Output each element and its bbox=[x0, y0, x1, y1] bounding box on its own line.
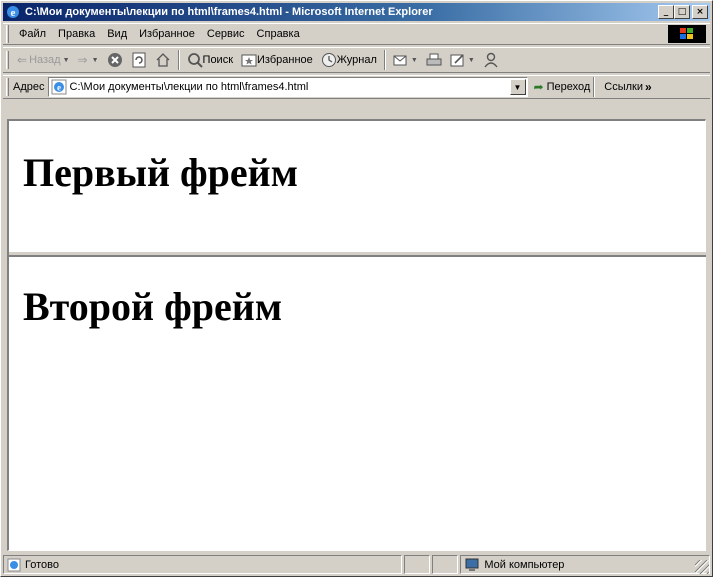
search-button[interactable]: Поиск bbox=[183, 49, 237, 71]
favorites-icon bbox=[241, 54, 257, 67]
back-label: Назад bbox=[29, 54, 61, 66]
ie-logo-icon: e bbox=[5, 4, 21, 20]
maximize-button[interactable]: □ bbox=[674, 5, 690, 19]
address-separator bbox=[593, 77, 596, 97]
status-progress-cell bbox=[404, 555, 431, 574]
go-button[interactable]: ➦ Переход bbox=[534, 80, 591, 94]
window-controls: _ □ × bbox=[658, 5, 708, 19]
menu-grip-handle[interactable] bbox=[6, 25, 9, 43]
page-content: Первый фрейм Второй фрейм bbox=[7, 119, 706, 551]
status-zone-cell: Мой компьютер bbox=[460, 555, 710, 574]
menu-bar: Файл Правка Вид Избранное Сервис Справка bbox=[3, 23, 710, 45]
messenger-icon bbox=[484, 52, 498, 68]
window-title: C:\Мои документы\лекции по html\frames4.… bbox=[25, 6, 433, 18]
resize-grip-handle[interactable] bbox=[695, 560, 709, 574]
address-grip-handle[interactable] bbox=[6, 78, 9, 96]
toolbar-separator bbox=[177, 50, 180, 70]
home-icon bbox=[156, 53, 169, 67]
favorites-label: Избранное bbox=[257, 54, 313, 66]
history-icon bbox=[321, 53, 336, 67]
menu-favorites[interactable]: Избранное bbox=[133, 28, 201, 40]
menu-view[interactable]: Вид bbox=[101, 28, 133, 40]
windows-logo-icon bbox=[668, 25, 706, 43]
frame-second: Второй фрейм bbox=[9, 257, 706, 551]
links-label: Ссылки bbox=[604, 81, 643, 93]
computer-icon bbox=[464, 558, 480, 572]
edit-dropdown-icon[interactable]: ▼ bbox=[468, 57, 475, 64]
menu-edit[interactable]: Правка bbox=[52, 28, 101, 40]
browser-window: e C:\Мои документы\лекции по html\frames… bbox=[0, 0, 713, 577]
mail-dropdown-icon[interactable]: ▼ bbox=[411, 57, 418, 64]
close-button[interactable]: × bbox=[692, 5, 708, 19]
menu-file[interactable]: Файл bbox=[13, 28, 52, 40]
status-security-cell bbox=[432, 555, 459, 574]
mail-icon bbox=[393, 55, 407, 66]
menu-tools[interactable]: Сервис bbox=[201, 28, 251, 40]
frame-first-heading: Первый фрейм bbox=[23, 150, 298, 195]
title-bar[interactable]: e C:\Мои документы\лекции по html\frames… bbox=[3, 3, 710, 21]
refresh-button[interactable] bbox=[127, 49, 151, 71]
search-icon bbox=[187, 53, 203, 68]
svg-text:e: e bbox=[11, 7, 16, 19]
edit-icon bbox=[450, 54, 464, 67]
search-label: Поиск bbox=[202, 54, 234, 66]
edit-button[interactable]: ▼ bbox=[446, 49, 479, 71]
messenger-button[interactable] bbox=[479, 49, 503, 71]
forward-button[interactable]: ⇒ ▼ bbox=[74, 49, 103, 71]
history-button[interactable]: Журнал bbox=[317, 49, 381, 71]
forward-dropdown-icon[interactable]: ▼ bbox=[92, 57, 99, 64]
home-button[interactable] bbox=[151, 49, 175, 71]
stop-button[interactable] bbox=[103, 49, 127, 71]
stop-icon bbox=[107, 53, 122, 67]
page-status-icon bbox=[7, 558, 21, 572]
frame-second-heading: Второй фрейм bbox=[23, 284, 283, 329]
status-text: Готово bbox=[25, 558, 59, 571]
back-dropdown-icon[interactable]: ▼ bbox=[63, 57, 70, 64]
go-arrow-icon: ➦ bbox=[533, 80, 544, 94]
zone-text: Мой компьютер bbox=[484, 558, 565, 571]
address-box[interactable]: e ▼ bbox=[47, 77, 528, 97]
links-button[interactable]: Ссылки » bbox=[604, 80, 651, 94]
back-arrow-icon: ⇐ bbox=[17, 53, 28, 67]
menu-help[interactable]: Справка bbox=[251, 28, 306, 40]
history-label: Журнал bbox=[336, 54, 377, 66]
links-chevron-icon: » bbox=[645, 80, 652, 94]
toolbar-grip-handle[interactable] bbox=[6, 51, 9, 69]
address-bar: Адрес e ▼ ➦ Переход Ссылки » bbox=[3, 75, 710, 99]
page-ie-icon: e bbox=[51, 79, 67, 95]
refresh-icon bbox=[132, 52, 146, 68]
forward-arrow-icon: ⇒ bbox=[77, 53, 88, 67]
status-main-cell: Готово bbox=[3, 555, 403, 574]
favorites-button[interactable]: Избранное bbox=[237, 49, 317, 71]
minimize-button[interactable]: _ bbox=[658, 5, 674, 19]
back-button[interactable]: ⇐ Назад ▼ bbox=[13, 49, 74, 71]
address-dropdown-button[interactable]: ▼ bbox=[509, 79, 526, 95]
address-input[interactable] bbox=[69, 81, 510, 93]
svg-text:e: e bbox=[57, 83, 61, 93]
toolbar-separator bbox=[383, 50, 386, 70]
frame-first: Первый фрейм bbox=[9, 121, 706, 251]
standard-toolbar: ⇐ Назад ▼ ⇒ ▼ Поиск Избранное Журнал ▼ ▼ bbox=[3, 47, 710, 73]
print-icon bbox=[426, 53, 442, 66]
print-button[interactable] bbox=[422, 49, 446, 71]
mail-button[interactable]: ▼ bbox=[389, 49, 422, 71]
go-label: Переход bbox=[546, 81, 591, 93]
status-bar: Готово Мой компьютер bbox=[3, 554, 710, 575]
address-label: Адрес bbox=[13, 81, 45, 93]
